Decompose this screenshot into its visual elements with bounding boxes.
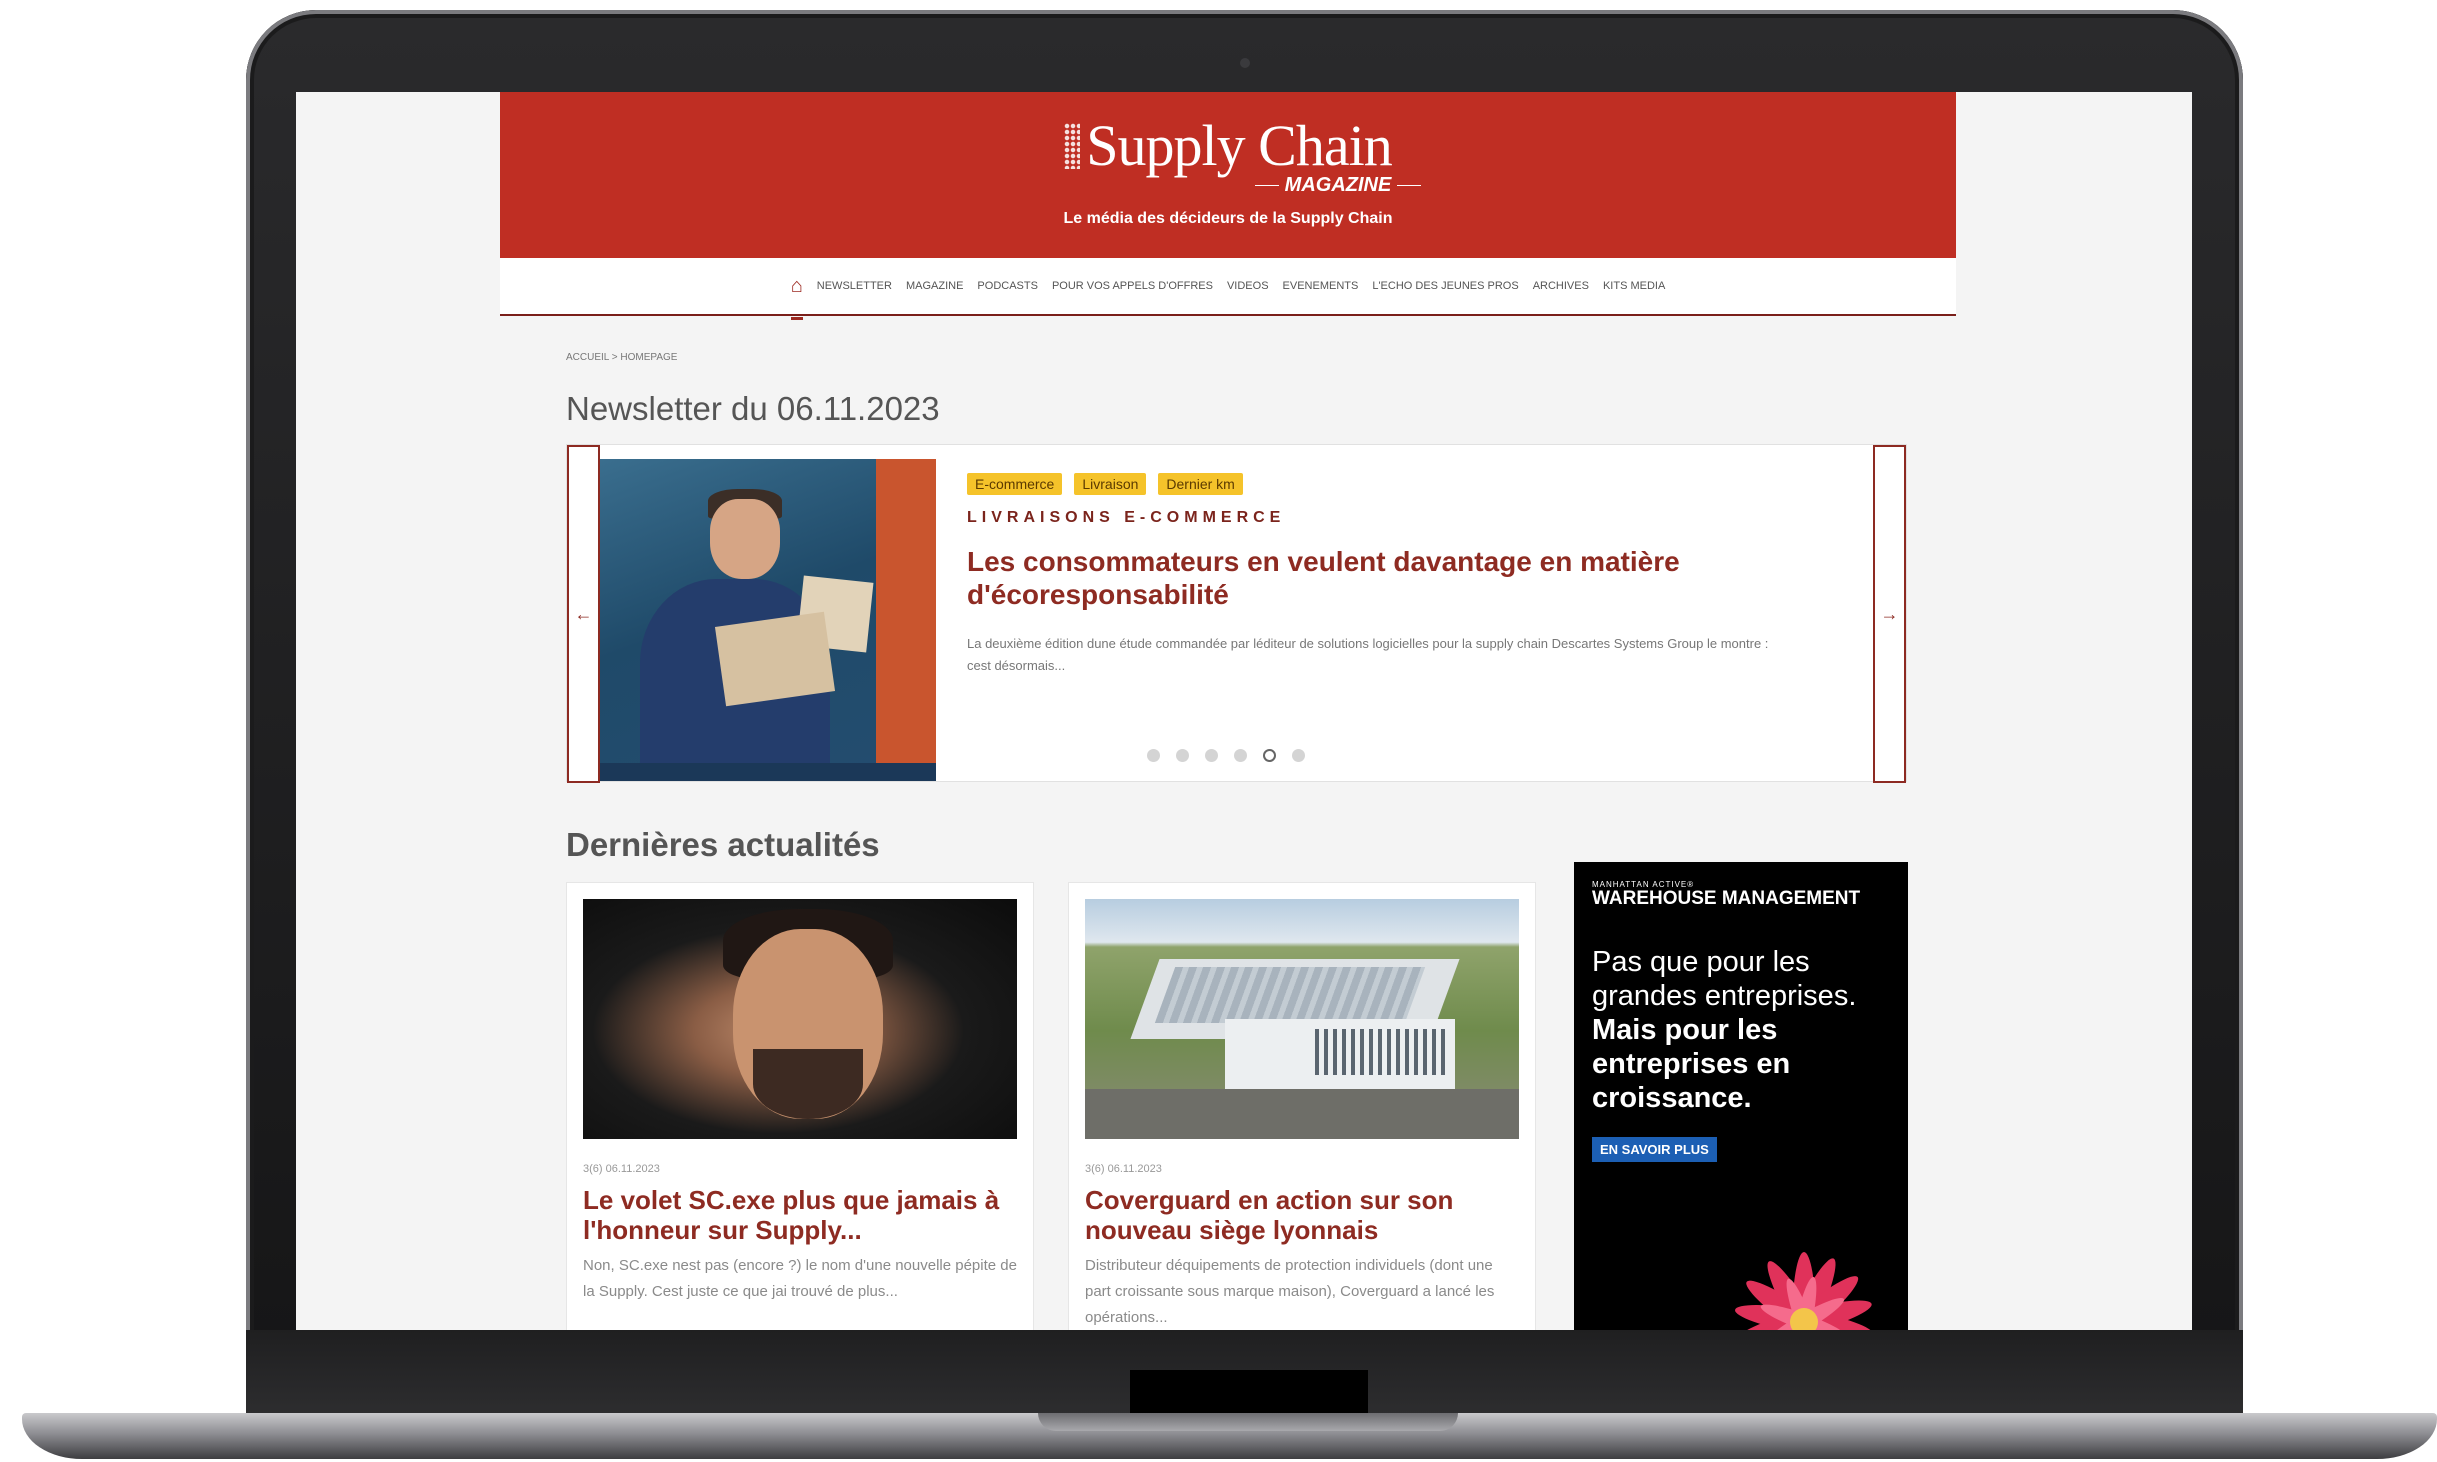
card-excerpt: Non, SC.exe nest pas (encore ?) le nom d… — [583, 1257, 1017, 1300]
section-title: Dernières actualités — [566, 826, 880, 863]
camera-dot — [1240, 58, 1250, 68]
ad-headline-bold: Mais pour les entreprises en croissance. — [1592, 1014, 1791, 1114]
site-tagline: Le média des décideurs de la Supply Chai… — [1063, 210, 1393, 227]
tag-livraison[interactable]: Livraison — [1074, 473, 1147, 495]
nav-item-evenements[interactable]: EVENEMENTS — [1283, 280, 1359, 292]
nav-item-magazine[interactable]: MAGAZINE — [906, 280, 963, 292]
breadcrumb: ACCUEIL > HOMEPAGE — [566, 352, 677, 363]
card-image[interactable] — [1085, 899, 1519, 1139]
logo-dots-icon — [1064, 123, 1081, 169]
tag-e-commerce[interactable]: E-commerce — [967, 473, 1063, 495]
nav-item-archives[interactable]: ARCHIVES — [1533, 280, 1589, 292]
slider-dot[interactable] — [1176, 749, 1189, 762]
card-date: 3(6) 06.11.2023 — [583, 1163, 660, 1175]
logo-text: Supply Chain — [1086, 113, 1392, 178]
website: Supply Chain MAGAZINE Le média des décid… — [500, 92, 1956, 1330]
ad-banner[interactable]: MANHATTAN ACTIVE® WAREHOUSE MANAGEMENT P… — [1574, 862, 1908, 1330]
news-card[interactable]: 3(6) 06.11.2023 Le volet SC.exe plus que… — [566, 882, 1034, 1330]
featured-slider: ← E-commerce Livraison Dernier km LIVRAI… — [566, 444, 1907, 783]
slider-dot[interactable] — [1263, 749, 1276, 762]
nav-item-appels-offres[interactable]: POUR VOS APPELS D'OFFRES — [1052, 280, 1213, 292]
news-card[interactable]: 3(6) 06.11.2023 Coverguard en action sur… — [1068, 882, 1536, 1330]
home-icon[interactable]: ⌂ — [790, 275, 803, 320]
slide-image[interactable] — [600, 459, 936, 781]
nav-item-newsletter[interactable]: NEWSLETTER — [817, 280, 892, 292]
card-date: 3(6) 06.11.2023 — [1085, 1163, 1162, 1175]
slide-title[interactable]: Les consommateurs en veulent davantage e… — [967, 545, 1827, 611]
site-logo[interactable]: Supply Chain — [500, 112, 1956, 179]
card-title[interactable]: Coverguard en action sur son nouveau siè… — [1085, 1185, 1519, 1245]
ad-headline: Pas que pour les grandes entreprises. — [1592, 946, 1857, 1012]
site-header: Supply Chain MAGAZINE Le média des décid… — [500, 92, 1956, 258]
ad-cta-button[interactable]: EN SAVOIR PLUS — [1592, 1137, 1717, 1162]
slider-dots — [1147, 749, 1305, 762]
slider-dot[interactable] — [1234, 749, 1247, 762]
card-image[interactable] — [583, 899, 1017, 1139]
nav-item-kits-media[interactable]: KITS MEDIA — [1603, 280, 1665, 292]
arrow-right-icon[interactable]: → — [1873, 445, 1906, 783]
breadcrumb-separator: > — [611, 352, 618, 363]
slide-excerpt: La deuxième édition dune étude commandée… — [967, 636, 1769, 673]
page-title: Newsletter du 06.11.2023 — [566, 390, 940, 427]
slider-dot[interactable] — [1147, 749, 1160, 762]
tag-dernier-km[interactable]: Dernier km — [1158, 473, 1243, 495]
nav-item-echo-jeunes-pros[interactable]: L'ECHO DES JEUNES PROS — [1372, 280, 1518, 292]
nav-item-podcasts[interactable]: PODCASTS — [977, 280, 1038, 292]
slider-dot[interactable] — [1292, 749, 1305, 762]
card-title[interactable]: Le volet SC.exe plus que jamais à l'honn… — [583, 1185, 1017, 1245]
breadcrumb-home[interactable]: ACCUEIL — [566, 352, 609, 363]
ad-brand: WAREHOUSE MANAGEMENT — [1592, 888, 1861, 909]
slider-dot[interactable] — [1205, 749, 1218, 762]
card-excerpt: Distributeur déquipements de protection … — [1085, 1257, 1495, 1326]
laptop-notch — [1130, 1370, 1368, 1416]
slide-text: E-commerce Livraison Dernier km LIVRAISO… — [967, 473, 1827, 677]
logo-subtitle: MAGAZINE — [500, 174, 1956, 197]
arrow-left-icon[interactable]: ← — [567, 445, 600, 783]
breadcrumb-current: HOMEPAGE — [620, 352, 678, 363]
slide-kicker: LIVRAISONS E-COMMERCE — [967, 509, 1286, 526]
slide-tags: E-commerce Livraison Dernier km — [967, 473, 1827, 495]
nav-item-videos[interactable]: VIDEOS — [1227, 280, 1269, 292]
flower-icon — [1735, 1252, 1873, 1330]
main-nav: ⌂ NEWSLETTER MAGAZINE PODCASTS POUR VOS … — [500, 258, 1956, 320]
laptop-groove — [1038, 1413, 1458, 1431]
screen: Supply Chain MAGAZINE Le média des décid… — [296, 92, 2192, 1330]
